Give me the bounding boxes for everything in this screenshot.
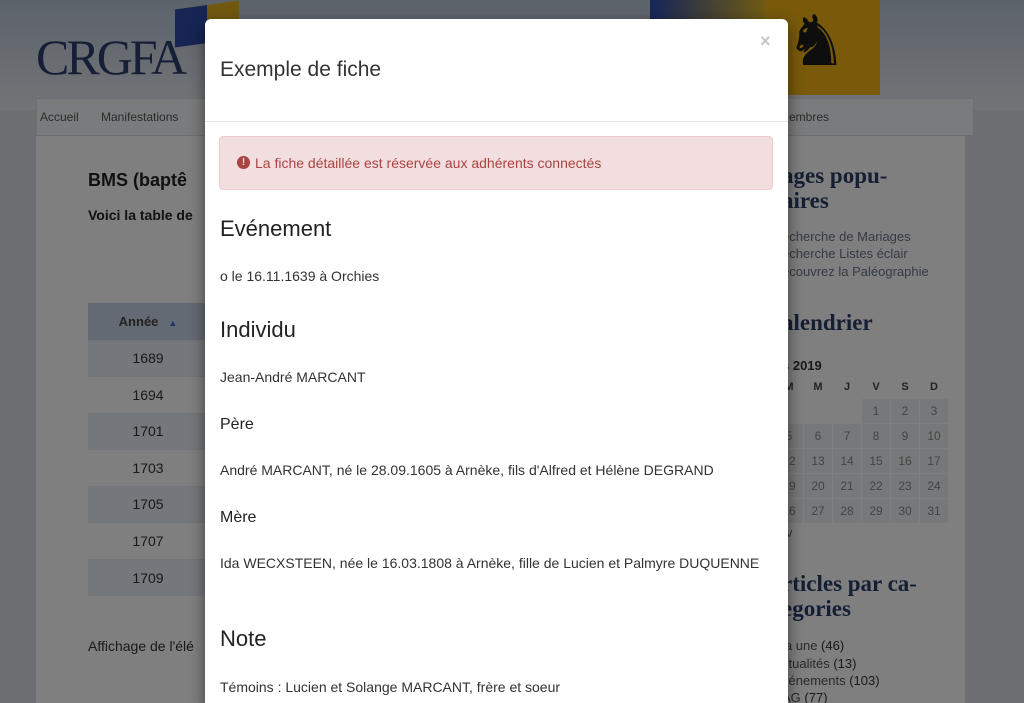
record-modal: Exemple de fiche × ! La fiche détaillée … [205,19,788,703]
section-heading-mother: Mère [220,509,257,526]
login-required-alert: ! La fiche détaillée est réservée aux ad… [219,136,773,190]
event-text: o le 16.11.1639 à Orchies [220,268,380,284]
individual-text: Jean-André MARCANT [220,369,366,385]
modal-header: Exemple de fiche × [205,19,788,122]
close-icon[interactable]: × [760,32,771,50]
modal-title: Exemple de fiche [220,58,382,81]
section-heading-father: Père [220,416,254,433]
section-heading-note: Note [220,626,267,651]
mother-text: Ida WECXSTEEN, née le 16.03.1808 à Arnèk… [220,555,760,571]
section-heading-individual: Individu [220,317,296,342]
father-text: André MARCANT, né le 28.09.1605 à Arnèke… [220,462,714,478]
exclamation-icon: ! [237,156,250,169]
section-heading-event: Evénement [220,216,332,241]
alert-text: La fiche détaillée est réservée aux adhé… [255,155,602,171]
note-text: Témoins : Lucien et Solange MARCANT, frè… [220,679,561,695]
